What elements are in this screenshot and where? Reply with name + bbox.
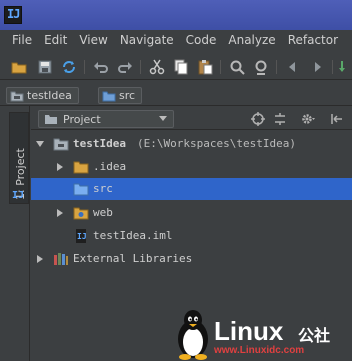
hide-icon[interactable] — [328, 111, 344, 127]
toolbar-separator — [332, 60, 333, 74]
iml-file-icon: IJ — [73, 229, 89, 243]
menu-view[interactable]: View — [73, 33, 113, 47]
menu-navigate[interactable]: Navigate — [114, 33, 180, 47]
project-folder-icon — [53, 137, 69, 151]
app-logo-text: IJ — [7, 7, 20, 21]
intellij-icon: IJ — [12, 190, 25, 201]
toolbar-separator — [220, 60, 221, 74]
tree-node-label: src — [93, 182, 113, 195]
web-folder-icon — [73, 206, 89, 220]
expand-arrow-icon[interactable] — [57, 209, 63, 217]
menu-bar: File Edit View Navigate Code Analyze Ref… — [0, 30, 352, 50]
undo-icon[interactable] — [92, 58, 110, 76]
folder-icon — [73, 160, 89, 174]
toolbar-separator — [84, 60, 85, 74]
tree-node-label: testIdea — [73, 137, 126, 150]
tree-node-external-libraries[interactable]: External Libraries — [31, 248, 352, 270]
cut-icon[interactable] — [148, 58, 166, 76]
project-view-label: Project — [63, 112, 101, 126]
expand-arrow-icon[interactable] — [37, 255, 43, 263]
tree-node-testidea-iml[interactable]: IJ testIdea.iml — [31, 225, 352, 247]
breadcrumb-label: testIdea — [27, 89, 72, 102]
tree-node-label: External Libraries — [73, 252, 193, 265]
source-folder-icon — [73, 182, 89, 196]
watermark-brand-cn: 公社 — [298, 326, 331, 345]
back-icon[interactable] — [284, 58, 302, 76]
expand-arrow-icon[interactable] — [36, 141, 44, 147]
find-icon[interactable] — [228, 58, 246, 76]
project-tool-tab-label[interactable]: 1: Project — [14, 116, 28, 200]
tree-node-web[interactable]: web — [31, 202, 352, 224]
watermark-url: www.Linuxidc.com — [214, 345, 305, 356]
menu-code[interactable]: Code — [180, 33, 223, 47]
project-view-selector[interactable]: Project — [38, 110, 174, 128]
title-bar: IJ — [0, 0, 352, 30]
menu-refactor[interactable]: Refactor — [282, 33, 344, 47]
expand-arrow-icon[interactable] — [57, 163, 63, 171]
breadcrumb-src[interactable]: src — [98, 87, 143, 104]
svg-text:IJ: IJ — [77, 232, 87, 241]
open-folder-icon[interactable] — [10, 58, 28, 76]
tree-node-path: (E:\Workspaces\testIdea) — [137, 137, 296, 150]
synchronize-icon[interactable] — [60, 58, 78, 76]
paste-icon[interactable] — [196, 58, 214, 76]
settings-icon[interactable] — [300, 111, 316, 127]
breadcrumb-label: src — [119, 89, 136, 102]
navigation-bar: testIdea src — [0, 84, 352, 106]
tree-node-label: web — [93, 206, 113, 219]
forward-icon[interactable] — [308, 58, 326, 76]
project-folder-icon — [10, 91, 24, 101]
copy-icon[interactable] — [172, 58, 190, 76]
app-logo-icon: IJ — [4, 6, 22, 24]
tree-node-idea[interactable]: .idea — [31, 156, 352, 178]
main-toolbar — [0, 54, 352, 80]
tux-penguin-logo — [178, 310, 208, 360]
menu-file[interactable]: File — [0, 33, 38, 47]
tree-node-label: testIdea.iml — [93, 229, 173, 242]
replace-icon[interactable] — [252, 58, 270, 76]
source-folder-icon — [102, 91, 116, 101]
breadcrumb-testidea[interactable]: testIdea — [6, 87, 79, 104]
project-view-icon — [45, 115, 57, 124]
toolbar-separator — [140, 60, 141, 74]
locate-icon[interactable] — [250, 111, 266, 127]
tree-node-label: .idea — [93, 160, 127, 173]
menu-analyze[interactable]: Analyze — [222, 33, 281, 47]
save-all-icon[interactable] — [36, 58, 54, 76]
collapse-all-icon[interactable] — [272, 111, 288, 127]
tree-node-testidea[interactable]: testIdea (E:\Workspaces\testIdea) — [31, 133, 352, 155]
tree-node-src[interactable]: src — [31, 178, 352, 200]
watermark-brand: Linux — [214, 316, 284, 346]
menu-edit[interactable]: Edit — [38, 33, 73, 47]
libraries-icon — [53, 252, 69, 266]
build-icon[interactable] — [338, 58, 352, 76]
redo-icon[interactable] — [116, 58, 134, 76]
toolbar-separator — [276, 60, 277, 74]
chevron-down-icon — [159, 116, 167, 121]
